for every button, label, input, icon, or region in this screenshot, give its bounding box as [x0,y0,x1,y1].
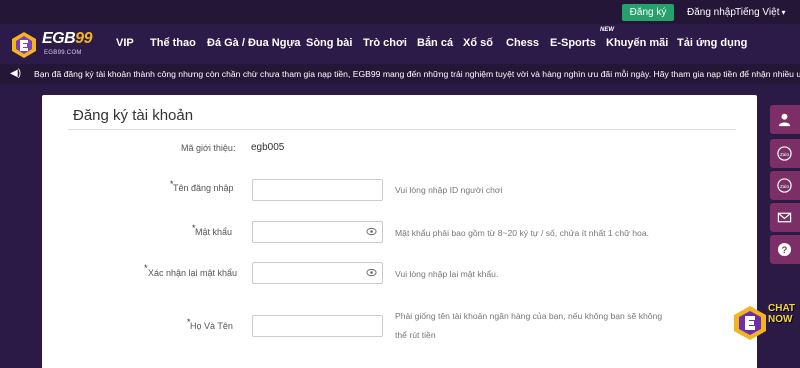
speaker-icon: ◀) [10,68,22,79]
nav-item-download-app[interactable]: Tải ứng dụng [677,37,747,50]
help-icon: ? [777,242,792,257]
logo-subtext: EGB99.COM [44,50,82,56]
side-button-help[interactable]: ? [770,235,800,264]
zalo-icon: Zalo [777,146,792,161]
nav-item-games[interactable]: Trò chơi [363,37,407,50]
fullname-hint: Phải giống tên tài khoản ngân hàng của b… [395,311,663,340]
confirm-field-wrap [252,262,383,284]
username-hint: Vui lòng nhập ID người chơi [395,185,503,195]
top-utility-bar: Đăng ký Đăng nhập Tiếng Việt ▾ [0,0,800,24]
chevron-down-icon: ▾ [781,8,786,17]
login-link[interactable]: Đăng nhập [687,4,736,21]
side-button-account[interactable] [770,105,800,134]
nav-item-vip[interactable]: VIP [116,37,134,50]
nav-item-promotions[interactable]: Khuyến mãi [606,37,668,50]
username-input[interactable] [252,179,383,201]
chat-now-label: CHAT NOW [768,303,796,325]
title-divider [68,129,736,130]
nav-item-sports[interactable]: Thể thao [150,37,196,50]
password-hint: Mật khẩu phải bao gồm từ 8~20 ký tự / số… [395,228,649,238]
referral-label: Mã giới thiệu [181,143,233,153]
required-mark: * [144,263,148,273]
nav-item-chess[interactable]: Chess [506,37,539,50]
chat-now-button[interactable]: CHAT NOW [732,303,796,343]
fullname-input[interactable] [252,315,383,337]
nav-item-lottery[interactable]: Xổ số [463,37,493,50]
logo-mark-icon [12,32,36,58]
nav-item-casino[interactable]: Sòng bài [306,37,352,50]
referral-colon: : [233,143,236,153]
password-field-wrap [252,221,383,243]
username-label: Tên đăng nhập [173,183,234,193]
zalo-icon: Zalo [777,178,792,193]
password-input[interactable] [252,221,383,243]
svg-text:?: ? [782,245,788,255]
logo-text: EGB99 [42,30,92,47]
registration-form: Đăng ký tài khoản Mã giới thiệu : egb005… [42,95,757,368]
mail-icon [777,212,792,223]
user-icon [778,113,791,127]
side-button-zalo-2[interactable]: Zalo [770,171,800,200]
svg-text:Zalo: Zalo [780,184,789,189]
confirm-password-label: Xác nhận lại mật khẩu [148,268,238,278]
language-selector[interactable]: Tiếng Việt ▾ [735,4,786,21]
nav-item-cockfight[interactable]: Đá Gà / Đua Ngựa [207,37,301,50]
nav-item-fishing[interactable]: Bắn cá [417,37,453,50]
fullname-label: Họ Và Tên [190,321,233,331]
referral-value: egb005 [251,142,285,153]
eye-icon[interactable] [366,226,377,237]
confirm-password-hint: Vui lòng nhập lại mật khẩu. [395,269,499,279]
main-nav: EGB99 EGB99.COM VIP Thể thao Đá Gà / Đua… [0,24,800,64]
register-button[interactable]: Đăng ký [622,4,674,21]
announcement-marquee: ◀) Bạn đã đăng ký tài khoản thành công n… [0,64,800,84]
language-label: Tiếng Việt [735,7,780,18]
announcement-text: Bạn đã đăng ký tài khoản thành công nhưn… [34,69,800,79]
chat-logo-icon [734,306,766,340]
password-label: Mật khẩu [195,227,233,237]
new-badge: NEW [600,27,614,33]
side-button-zalo-1[interactable]: Zalo [770,139,800,168]
side-button-mail[interactable] [770,203,800,232]
form-title: Đăng ký tài khoản [73,107,194,124]
confirm-password-input[interactable] [252,262,383,284]
site-logo[interactable]: EGB99 EGB99.COM [10,28,100,62]
svg-text:Zalo: Zalo [780,152,789,157]
eye-icon[interactable] [366,267,377,278]
nav-item-esports[interactable]: E-Sports [550,37,596,50]
